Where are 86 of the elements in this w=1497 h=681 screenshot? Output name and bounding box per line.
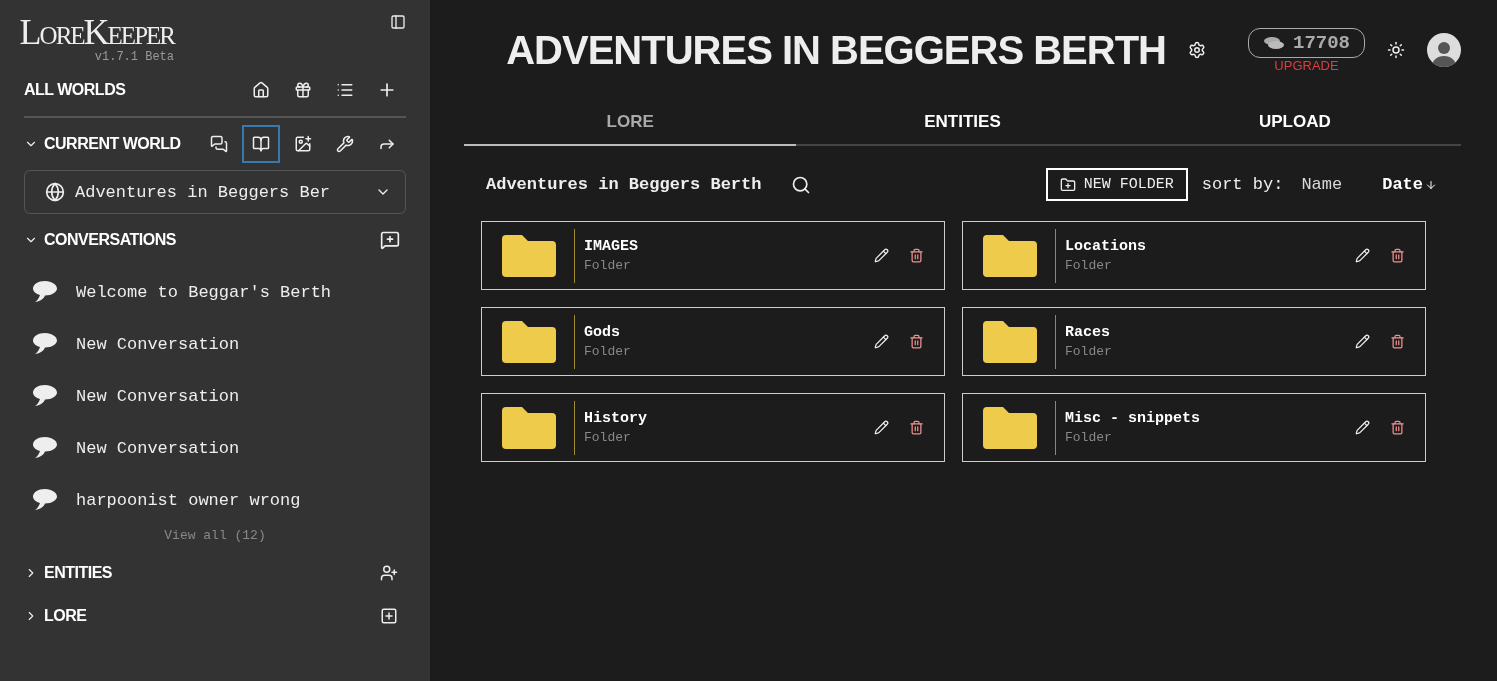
home-icon bbox=[252, 81, 270, 99]
folder-name: Races bbox=[1065, 324, 1111, 341]
pencil-icon bbox=[874, 334, 889, 349]
speech-bubble-icon bbox=[32, 384, 58, 408]
folder-name: Locations bbox=[1065, 238, 1147, 255]
pencil-icon bbox=[874, 248, 889, 263]
folder-card[interactable]: Gods Folder bbox=[481, 307, 945, 376]
folder-icon bbox=[502, 234, 556, 277]
arrow-down-icon bbox=[1425, 178, 1437, 191]
tab[interactable]: LORE bbox=[464, 100, 797, 146]
conversation-item[interactable]: New Conversation bbox=[76, 386, 240, 406]
trash-icon bbox=[909, 248, 924, 263]
folder-type: Folder bbox=[584, 258, 632, 273]
trash-icon bbox=[909, 420, 924, 435]
folder-type: Folder bbox=[1065, 430, 1113, 445]
avatar[interactable] bbox=[1427, 33, 1461, 67]
folder-icon bbox=[983, 320, 1037, 363]
tab[interactable]: ENTITIES bbox=[796, 100, 1129, 146]
folder-type: Folder bbox=[584, 344, 632, 359]
sort-option[interactable]: Name bbox=[1297, 175, 1347, 194]
view-all-link[interactable]: View all (12) bbox=[164, 528, 266, 543]
conversation-item[interactable]: New Conversation bbox=[76, 438, 240, 458]
folder-type: Folder bbox=[1065, 258, 1113, 273]
add-square-icon[interactable] bbox=[380, 606, 398, 625]
folder-name: Gods bbox=[584, 324, 621, 341]
folder-card[interactable]: Races Folder bbox=[962, 307, 1426, 376]
new-folder-button[interactable]: NEW FOLDER bbox=[1045, 168, 1188, 201]
folder-icon bbox=[502, 406, 556, 449]
pencil-icon bbox=[1355, 420, 1370, 435]
folder-icon bbox=[983, 406, 1037, 449]
add-user-icon[interactable] bbox=[380, 563, 398, 582]
world-select[interactable]: Adventures in Beggers Ber bbox=[24, 170, 406, 214]
list-icon bbox=[336, 81, 354, 99]
version-label: v1.7.1 Beta bbox=[94, 50, 174, 64]
tools-icon bbox=[336, 135, 354, 153]
folder-plus-icon bbox=[1059, 176, 1076, 193]
image-add-icon bbox=[294, 135, 312, 153]
conversation-item[interactable]: harpoonist owner wrong bbox=[76, 490, 301, 510]
pencil-icon bbox=[874, 420, 889, 435]
folder-type: Folder bbox=[584, 430, 632, 445]
upgrade-link[interactable]: UPGRADE bbox=[1274, 57, 1339, 73]
section-heading: ENTITIES bbox=[44, 563, 112, 582]
speech-bubble-icon bbox=[32, 280, 58, 304]
pencil-icon bbox=[1355, 248, 1370, 263]
coins-icon bbox=[1263, 35, 1285, 50]
pencil-icon bbox=[1355, 334, 1370, 349]
folder-name: IMAGES bbox=[584, 238, 639, 255]
chat-icon bbox=[210, 135, 228, 153]
conversation-item[interactable]: New Conversation bbox=[76, 334, 240, 354]
speech-bubble-icon bbox=[32, 488, 58, 512]
folder-card[interactable]: Locations Folder bbox=[962, 221, 1426, 290]
new-chat-icon[interactable] bbox=[380, 230, 400, 250]
folder-icon bbox=[502, 320, 556, 363]
speech-bubble-icon bbox=[32, 332, 58, 356]
folder-path: Adventures in Beggers Berth bbox=[486, 175, 762, 194]
trash-icon bbox=[1390, 334, 1405, 349]
section-heading: CURRENT WORLD bbox=[44, 135, 181, 153]
conversation-item[interactable]: Welcome to Beggar's Berth bbox=[76, 282, 332, 302]
logo: LoreKeeper bbox=[19, 14, 174, 50]
sun-icon[interactable] bbox=[1387, 41, 1405, 59]
folder-card[interactable]: Misc - snippets Folder bbox=[962, 393, 1426, 462]
sort-option[interactable]: Date bbox=[1378, 175, 1441, 194]
credits-badge: 17708 bbox=[1248, 27, 1365, 58]
trash-icon bbox=[1390, 420, 1405, 435]
folder-card[interactable]: History Folder bbox=[481, 393, 945, 462]
folder-name: Misc - snippets bbox=[1065, 410, 1202, 427]
globe-icon bbox=[45, 182, 65, 202]
book-button[interactable] bbox=[242, 125, 280, 163]
section-heading: CONVERSATIONS bbox=[44, 231, 176, 249]
book-icon bbox=[252, 135, 270, 153]
section-heading: ALL WORLDS bbox=[24, 81, 126, 99]
folder-name: History bbox=[584, 410, 648, 427]
sidebar-toggle-icon[interactable] bbox=[390, 14, 406, 30]
search-icon[interactable] bbox=[791, 174, 812, 195]
gift-icon bbox=[294, 81, 312, 99]
section-heading: LORE bbox=[44, 606, 87, 625]
page-title: ADVENTURES IN BEGGERS BERTH bbox=[506, 27, 1166, 73]
trash-icon bbox=[909, 334, 924, 349]
sort-label: sort by: bbox=[1201, 175, 1284, 194]
tab[interactable]: UPLOAD bbox=[1128, 100, 1461, 146]
folder-icon bbox=[983, 234, 1037, 277]
settings-icon[interactable] bbox=[1188, 41, 1206, 59]
folder-type: Folder bbox=[1065, 344, 1113, 359]
trash-icon bbox=[1390, 248, 1405, 263]
folder-card[interactable]: IMAGES Folder bbox=[481, 221, 945, 290]
speech-bubble-icon bbox=[32, 436, 58, 460]
